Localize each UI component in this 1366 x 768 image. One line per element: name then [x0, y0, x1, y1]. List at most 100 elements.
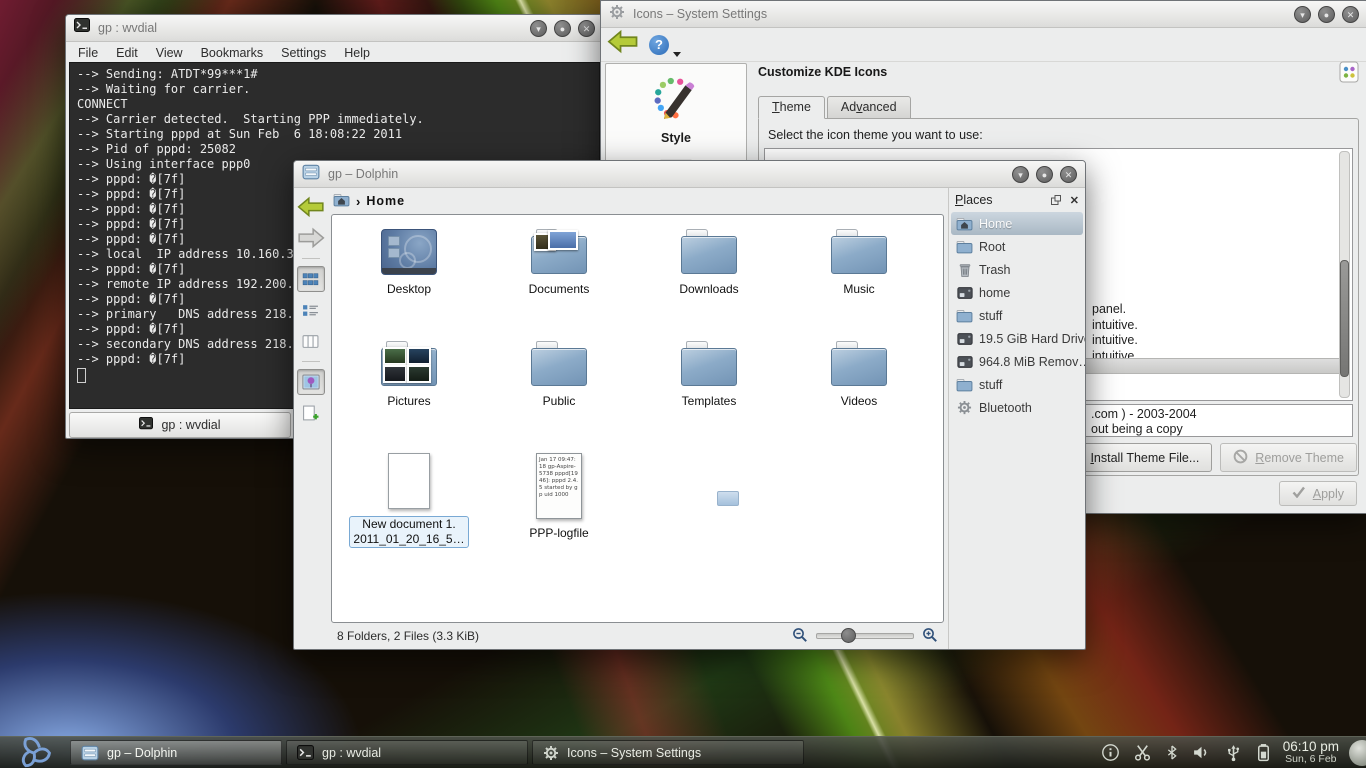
- place-item-stuff[interactable]: stuff: [949, 373, 1085, 396]
- preview-button[interactable]: [297, 369, 325, 395]
- home-folder-icon: [956, 216, 973, 231]
- file-view[interactable]: Desktop Documents DownloadsMusic PicturesPu…: [331, 214, 944, 623]
- place-item-root[interactable]: Root: [949, 235, 1085, 258]
- icons-view-button[interactable]: [297, 266, 325, 292]
- select-theme-label: Select the icon theme you want to use:: [768, 128, 983, 142]
- terminal-tab[interactable]: gp : wvdial: [69, 412, 291, 438]
- back-arrow-icon: [297, 195, 325, 219]
- home-folder-icon[interactable]: [333, 192, 350, 210]
- sidebar-item-style[interactable]: Style: [653, 72, 699, 155]
- place-item-home[interactable]: home: [949, 281, 1085, 304]
- tray-klipper-icon[interactable]: [1133, 743, 1152, 762]
- bluetooth-icon: [1165, 743, 1179, 762]
- panel-toolbox-cashew[interactable]: [1349, 740, 1366, 766]
- apply-button[interactable]: Apply: [1279, 481, 1357, 506]
- settings-titlebar[interactable]: Icons – System Settings ▾ ● ✕: [601, 1, 1366, 28]
- tray-volume-icon[interactable]: [1192, 744, 1211, 761]
- no-entry-icon: [1233, 449, 1248, 464]
- file-item-videos[interactable]: Videos: [784, 335, 934, 447]
- zoom-out-icon[interactable]: [792, 627, 808, 646]
- file-item-documents[interactable]: Documents: [484, 223, 634, 335]
- menu-edit[interactable]: Edit: [116, 46, 138, 60]
- place-item-home[interactable]: Home: [951, 212, 1083, 235]
- file-item-new-document-1[interactable]: New document 1. 2011_01_20_16_5…: [334, 447, 484, 583]
- theme-list-fragment: intuitive.: [1092, 333, 1138, 349]
- file-label: Documents: [529, 282, 590, 297]
- place-item-stuff[interactable]: stuff: [949, 304, 1085, 327]
- file-item-ppp-logfile[interactable]: Jan 17 09:47:18 gp-Aspire-5738 pppd[1946…: [484, 447, 634, 583]
- forward-button[interactable]: [297, 225, 325, 251]
- tab-advanced[interactable]: Advanced: [827, 96, 911, 119]
- scrollbar[interactable]: [1339, 151, 1350, 398]
- minimize-button[interactable]: ▾: [1294, 6, 1311, 23]
- file-item-desktop[interactable]: Desktop: [334, 223, 484, 335]
- folder-icon: [956, 308, 973, 323]
- terminal-menubar: File Edit View Bookmarks Settings Help: [66, 42, 603, 62]
- columns-view-button[interactable]: [297, 328, 325, 354]
- menu-bookmarks[interactable]: Bookmarks: [201, 46, 264, 60]
- file-item-downloads[interactable]: Downloads: [634, 223, 784, 335]
- place-item-bluetooth[interactable]: Bluetooth: [949, 396, 1085, 419]
- file-manager-icon: [81, 744, 99, 762]
- terminal-line: CONNECT: [77, 97, 592, 112]
- file-item-pictures[interactable]: Pictures: [334, 335, 484, 447]
- close-button[interactable]: ✕: [1342, 6, 1359, 23]
- float-panel-icon[interactable]: [1050, 194, 1062, 206]
- remove-theme-button[interactable]: Remove Theme: [1220, 443, 1357, 472]
- maximize-button[interactable]: ●: [554, 20, 571, 37]
- scrollbar-thumb[interactable]: [1340, 260, 1349, 377]
- file-item-templates[interactable]: Templates: [634, 335, 784, 447]
- place-item-964-8-mib-remov[interactable]: 964.8 MiB Remov…: [949, 350, 1085, 373]
- minimize-button[interactable]: ▾: [1012, 166, 1029, 183]
- minimize-button[interactable]: ▾: [530, 20, 547, 37]
- new-tab-button[interactable]: [297, 400, 325, 426]
- menu-settings[interactable]: Settings: [281, 46, 326, 60]
- breadcrumb-home[interactable]: Home: [366, 194, 405, 208]
- app-launcher-button[interactable]: [0, 737, 68, 768]
- terminal-app-icon: [74, 18, 90, 37]
- document-file-icon: [388, 453, 430, 509]
- maximize-button[interactable]: ●: [1318, 6, 1335, 23]
- tray-device-notifier-icon[interactable]: [1224, 743, 1243, 762]
- tray-info-icon[interactable]: [1101, 743, 1120, 762]
- folder-icon: [681, 341, 737, 387]
- gear-icon: [609, 4, 625, 20]
- menu-help[interactable]: Help: [344, 46, 370, 60]
- maximize-button[interactable]: ●: [1036, 166, 1053, 183]
- zoom-slider[interactable]: [816, 633, 914, 639]
- tray-bluetooth-icon[interactable]: [1165, 743, 1179, 762]
- back-button[interactable]: [297, 194, 325, 220]
- taskbar-task-gp-wvdial[interactable]: gp : wvdial: [286, 740, 528, 765]
- dolphin-titlebar[interactable]: gp – Dolphin ▾ ● ✕: [294, 161, 1085, 188]
- terminal-tab-icon: [139, 417, 153, 432]
- clock-date: Sun, 6 Feb: [1283, 753, 1339, 766]
- close-button[interactable]: ✕: [1060, 166, 1077, 183]
- zoom-in-icon: [922, 627, 938, 643]
- help-button[interactable]: ?: [649, 35, 669, 55]
- forward-arrow-icon: [297, 226, 325, 250]
- remove-icon: [1233, 449, 1248, 467]
- overview-icon[interactable]: [1339, 61, 1359, 88]
- clock[interactable]: 06:10 pm Sun, 6 Feb: [1283, 740, 1339, 766]
- place-item-trash[interactable]: Trash: [949, 258, 1085, 281]
- taskbar-task-icons-system-settings[interactable]: Icons – System Settings: [532, 740, 804, 765]
- menu-view[interactable]: View: [156, 46, 183, 60]
- file-label: Templates: [682, 394, 737, 409]
- zoom-slider-handle[interactable]: [841, 628, 856, 643]
- menu-file[interactable]: File: [78, 46, 98, 60]
- terminal-titlebar[interactable]: gp : wvdial ▾ ● ✕: [66, 15, 603, 42]
- theme-description-line: .com ) - 2003-2004: [1091, 407, 1197, 422]
- place-item-19-5-gib-hard-drive[interactable]: 19.5 GiB Hard Drive: [949, 327, 1085, 350]
- drag-ghost-icon: [717, 491, 739, 506]
- tab-theme[interactable]: Theme: [758, 96, 825, 119]
- zoom-in-icon[interactable]: [922, 627, 938, 646]
- tray-battery-icon[interactable]: [1256, 743, 1271, 762]
- file-item-public[interactable]: Public: [484, 335, 634, 447]
- close-panel-icon[interactable]: ✕: [1070, 194, 1079, 207]
- back-button[interactable]: [607, 28, 639, 60]
- file-item-music[interactable]: Music: [784, 223, 934, 335]
- info-icon: [1101, 743, 1120, 762]
- details-view-button[interactable]: [297, 297, 325, 323]
- close-button[interactable]: ✕: [578, 20, 595, 37]
- taskbar-task-gp-dolphin[interactable]: gp – Dolphin: [70, 740, 282, 765]
